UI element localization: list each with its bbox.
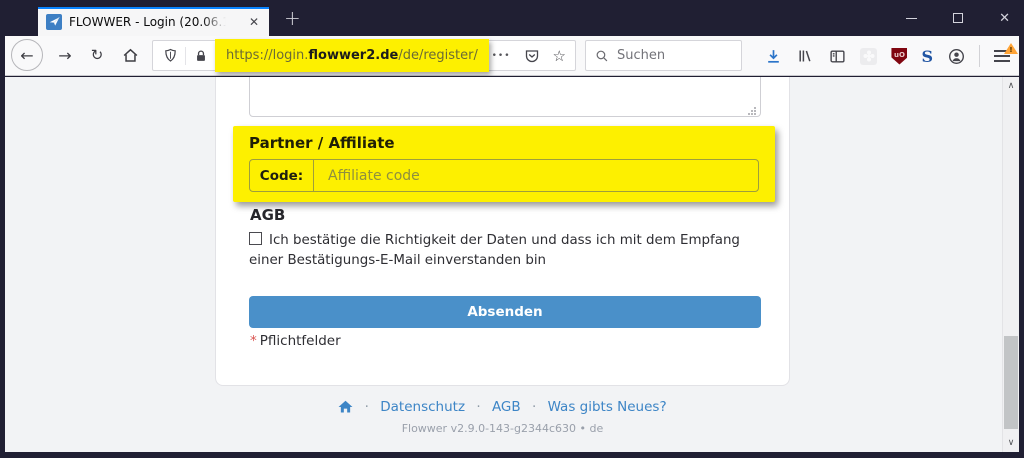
tab-title: FLOWWER - Login (20.06.12.192: [69, 15, 226, 29]
footer-link-datenschutz[interactable]: Datenschutz: [380, 399, 465, 415]
url-bar[interactable]: https://login.flowwer2.de/de/register/ •…: [152, 40, 576, 71]
tracking-protection-shield-icon[interactable]: [161, 47, 179, 65]
menu-hamburger-icon[interactable]: !: [994, 50, 1010, 62]
tab-close-icon[interactable]: ✕: [247, 14, 261, 30]
affiliate-code-group: Code:: [249, 159, 759, 192]
search-box[interactable]: [585, 40, 742, 71]
toolbar-extensions: uO S !: [764, 40, 1010, 72]
active-tab-accent: [38, 7, 269, 9]
required-asterisk: *: [250, 333, 257, 349]
required-note: *Pflichtfelder: [250, 333, 341, 349]
flowwer-favicon: [46, 14, 62, 30]
scrollbar-thumb[interactable]: [1004, 336, 1018, 429]
scroll-down-icon[interactable]: ∨: [1003, 438, 1019, 448]
account-icon[interactable]: [947, 47, 965, 65]
url-annotation-highlight: https://login.flowwer2.de/de/register/: [215, 39, 489, 72]
maximize-button[interactable]: [953, 13, 963, 23]
https-lock-icon[interactable]: [192, 47, 210, 65]
s-extension-icon[interactable]: S: [921, 47, 933, 66]
navigation-toolbar: ← → ↻ https://login.flowwer2.de/de/regis…: [5, 36, 1019, 76]
consent-checkbox[interactable]: [249, 232, 262, 245]
page-actions-icon[interactable]: •••: [492, 51, 511, 61]
sidebar-icon[interactable]: [828, 47, 846, 65]
disabled-extension-icon[interactable]: [860, 48, 877, 65]
urlbar-divider: [185, 47, 186, 65]
back-button[interactable]: ←: [11, 39, 43, 71]
register-form-card: Partner / Affiliate Code: AGB Ich bestät…: [215, 77, 790, 386]
textarea-resize-grip[interactable]: [747, 106, 757, 116]
url-text: https://login.flowwer2.de/de/register/: [226, 48, 478, 63]
new-tab-button[interactable]: +: [284, 6, 301, 30]
footer-version: Flowwer v2.9.0-143-g2344c630 • de: [215, 422, 790, 435]
pocket-icon[interactable]: [523, 47, 541, 65]
vertical-scrollbar[interactable]: ∧ ∨: [1002, 77, 1019, 452]
agb-heading: AGB: [250, 206, 285, 224]
code-label: Code:: [250, 160, 314, 191]
browser-tab[interactable]: FLOWWER - Login (20.06.12.192 ✕: [38, 7, 269, 36]
library-icon[interactable]: [796, 47, 814, 65]
page-viewport: Partner / Affiliate Code: AGB Ich bestät…: [5, 77, 1019, 452]
toolbar-divider: [979, 45, 980, 67]
footer-links: · Datenschutz · AGB · Was gibts Neues?: [215, 399, 790, 415]
consent-row: Ich bestätige die Richtigkeit der Daten …: [249, 231, 770, 271]
footer-link-agb[interactable]: AGB: [492, 399, 521, 415]
forward-button[interactable]: →: [50, 40, 80, 70]
window-close-button[interactable]: ✕: [999, 12, 1010, 25]
window-controls: ✕: [906, 0, 1010, 36]
affiliate-code-input[interactable]: [314, 160, 758, 191]
reload-button[interactable]: ↻: [82, 40, 112, 70]
minimize-button[interactable]: [906, 18, 917, 19]
download-icon[interactable]: [764, 47, 782, 65]
search-icon: [595, 49, 609, 63]
browser-window: FLOWWER - Login (20.06.12.192 ✕ + ✕ ← → …: [0, 0, 1024, 458]
ublock-origin-icon[interactable]: uO: [891, 48, 907, 65]
scroll-up-icon[interactable]: ∧: [1003, 81, 1019, 91]
bookmark-star-icon[interactable]: ☆: [553, 47, 566, 65]
partner-affiliate-heading: Partner / Affiliate: [249, 134, 395, 152]
search-input[interactable]: [617, 48, 717, 63]
partner-affiliate-highlight: Partner / Affiliate Code:: [233, 126, 775, 202]
titlebar: FLOWWER - Login (20.06.12.192 ✕ + ✕: [0, 0, 1024, 36]
home-button[interactable]: [115, 40, 145, 70]
submit-button[interactable]: Absenden: [249, 296, 761, 328]
footer-link-was-gibts-neues[interactable]: Was gibts Neues?: [548, 399, 667, 415]
consent-label: Ich bestätige die Richtigkeit der Daten …: [249, 233, 740, 268]
footer-home-icon[interactable]: [338, 400, 353, 413]
comment-textarea[interactable]: [249, 77, 761, 117]
